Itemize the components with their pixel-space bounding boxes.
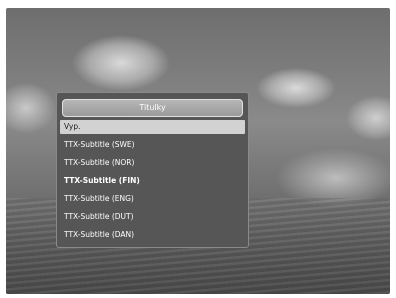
tv-screen: Titulky Vyp. TTX-Subtitle (SWE) TTX-Subt… — [6, 8, 390, 294]
subtitle-option-list: Vyp. TTX-Subtitle (SWE) TTX-Subtitle (NO… — [60, 120, 245, 244]
subtitle-option-eng[interactable]: TTX-Subtitle (ENG) — [60, 190, 245, 208]
subtitle-option-dan[interactable]: TTX-Subtitle (DAN) — [60, 226, 245, 244]
subtitle-option-fin[interactable]: TTX-Subtitle (FIN) — [60, 172, 245, 190]
subtitle-option-off[interactable]: Vyp. — [60, 120, 245, 134]
subtitle-option-dut[interactable]: TTX-Subtitle (DUT) — [60, 208, 245, 226]
subtitle-option-swe[interactable]: TTX-Subtitle (SWE) — [60, 136, 245, 154]
subtitle-option-nor[interactable]: TTX-Subtitle (NOR) — [60, 154, 245, 172]
dialog-title: Titulky — [62, 99, 243, 117]
subtitle-dialog: Titulky Vyp. TTX-Subtitle (SWE) TTX-Subt… — [56, 92, 249, 248]
